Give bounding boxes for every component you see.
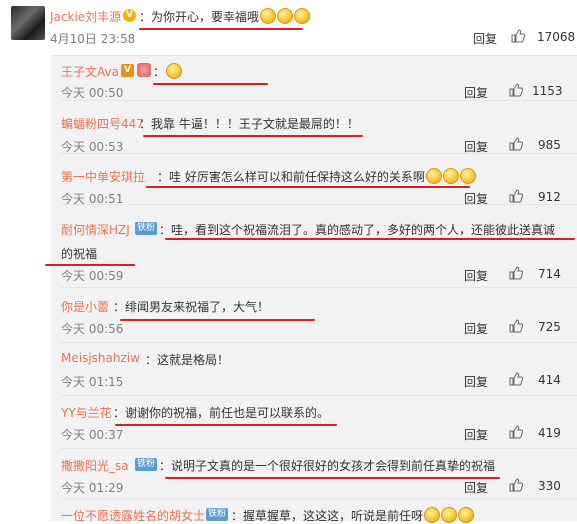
doge-emoji-icon [459,168,476,184]
list-item: 王子文Ava V ： 今天 00:50 回复 1153 [51,56,577,101]
timestamp: 今天 00:37 [61,428,124,442]
thumbs-up-icon[interactable] [509,478,523,492]
divider [61,100,577,101]
smile-emoji-icon [166,63,183,79]
reply-text: ： [153,63,183,80]
reply-username[interactable]: 你是小蕾 [61,298,109,315]
red-underline [139,28,303,30]
verified-v-icon: V [123,9,136,22]
reply-list: 王子文Ava V ： 今天 00:50 回复 1153 蝙蝠粉四号447 ：我靠… [51,55,577,524]
smile-emoji-icon [294,8,311,24]
reply-username[interactable]: 耐何情深HZJ [61,221,130,238]
emoji-icon [424,507,441,523]
like-count: 419 [538,426,561,440]
reply-username[interactable]: 蝙蝠粉四号447 [61,115,144,132]
thumbs-up-icon[interactable] [509,372,523,386]
doge-emoji-icon [425,168,442,184]
like-count: 17068 [537,30,576,44]
red-underline [153,83,268,85]
username[interactable]: Jackie刘丰源 [50,8,121,25]
like-count: 912 [538,190,561,204]
reply-button[interactable]: 回复 [464,320,488,337]
tie-fan-badge: 铁粉 [135,458,158,471]
reply-button[interactable]: 回复 [464,479,488,496]
timestamp: 今天 00:59 [61,269,124,283]
red-underline [120,319,315,321]
main-comment: Jackie刘丰源 V ：为你开心，要幸福哦 4月10日 23:58 回复 17… [0,0,577,52]
comment-text: ：为你开心，要幸福哦 [139,8,311,25]
like-count: 330 [538,479,561,493]
reply-text: ：哇，看到这个祝福流泪了。真的感动了，多好的两个人，还能彼此送真诚 [159,223,556,237]
thumbs-up-icon[interactable] [511,29,525,43]
like-count: 985 [538,138,561,152]
timestamp: 4月10日 23:58 [50,32,136,46]
thumbs-up-icon[interactable] [509,425,523,439]
thumbs-up-icon[interactable] [509,83,523,97]
reply-text: ：绯闻男友来祝福了，大气！ [113,300,270,314]
reply-text: ：谢谢你的祝福，前任也是可以联系的。 [113,406,330,420]
tie-fan-badge: 铁粉 [206,508,229,521]
smile-emoji-icon [277,8,294,24]
red-underline [146,186,470,188]
reply-text: ：我靠 牛逼！！！王子文就是最屌的！！ [139,117,359,131]
reply-username[interactable]: YY与兰花 [61,404,112,421]
doge-emoji-icon [442,168,459,184]
reply-username[interactable]: 撒撒阳光_sa [61,457,129,474]
reply-username[interactable]: 一位不愿透露姓名的胡女士 [61,507,205,524]
reply-text: ：这就是格局！ [145,353,230,367]
reply-text: ：握草握草，这这这，听说是前任呀 [231,507,475,524]
reply-username[interactable]: 王子文Ava [61,63,119,80]
reply-button[interactable]: 回复 [464,267,488,284]
list-item: 你是小蕾 ：绯闻男友来祝福了，大气！ 今天 00:56 回复 725 [51,288,577,343]
timestamp: 今天 01:29 [61,481,124,495]
reply-text: ：说明子文真的是一个很好很好的女孩才会得到前任真挚的祝福 [159,459,496,473]
timestamp: 今天 00:50 [61,86,124,100]
red-underline [115,424,337,426]
list-item: 一位不愿透露姓名的胡女士 铁粉 ：握草握草，这这这，听说是前任呀 [51,499,577,524]
reply-button[interactable]: 回复 [473,30,497,47]
list-item: YY与兰花 ：谢谢你的祝福，前任也是可以联系的。 今天 00:37 回复 419 [51,396,577,449]
thumbs-up-icon[interactable] [509,137,523,151]
emoji-icon [441,507,458,523]
smile-emoji-icon [260,8,277,24]
like-count: 414 [538,373,561,387]
timestamp: 今天 00:56 [61,322,124,336]
reply-button[interactable]: 回复 [464,426,488,443]
list-item: 蝙蝠粉四号447 ：我靠 牛逼！！！王子文就是最屌的！！ 今天 00:53 回复… [51,103,577,154]
tie-fan-badge: 铁粉 [135,222,158,235]
like-count: 1153 [532,84,563,98]
reply-username[interactable]: 第一中单安琪拉 [61,168,145,185]
fan-medal-icon [137,63,151,77]
avatar[interactable] [11,6,45,40]
red-underline [165,477,500,479]
emoji-icon [458,507,475,523]
reply-text: ：哇 好厉害怎么样可以和前任保持这么好的关系啊 [157,168,476,185]
thumbs-up-icon[interactable] [509,319,523,333]
red-underline [45,264,135,266]
list-item: Meisjshahziw ：这就是格局！ 今天 01:15 回复 414 [51,343,577,396]
list-item: 耐何情深HZJ 铁粉 ：哇，看到这个祝福流泪了。真的感动了，多好的两个人，还能彼… [51,205,577,288]
red-underline [165,238,575,240]
red-underline [143,135,363,137]
reply-button[interactable]: 回复 [464,373,488,390]
thumbs-up-icon[interactable] [509,189,523,203]
verified-v-icon: V [121,64,134,77]
like-count: 714 [538,267,561,281]
like-count: 725 [538,320,561,334]
reply-button[interactable]: 回复 [464,84,488,101]
list-item: 第一中单安琪拉 ：哇 好厉害怎么样可以和前任保持这么好的关系啊 今天 00:51… [51,154,577,206]
thumbs-up-icon[interactable] [509,266,523,280]
timestamp: 今天 01:15 [61,375,124,389]
reply-username[interactable]: Meisjshahziw [61,351,140,365]
reply-text-continued: 的祝福 [61,247,98,261]
list-item: 撒撒阳光_sa 铁粉 ：说明子文真的是一个很好很好的女孩才会得到前任真挚的祝福 … [51,449,577,499]
